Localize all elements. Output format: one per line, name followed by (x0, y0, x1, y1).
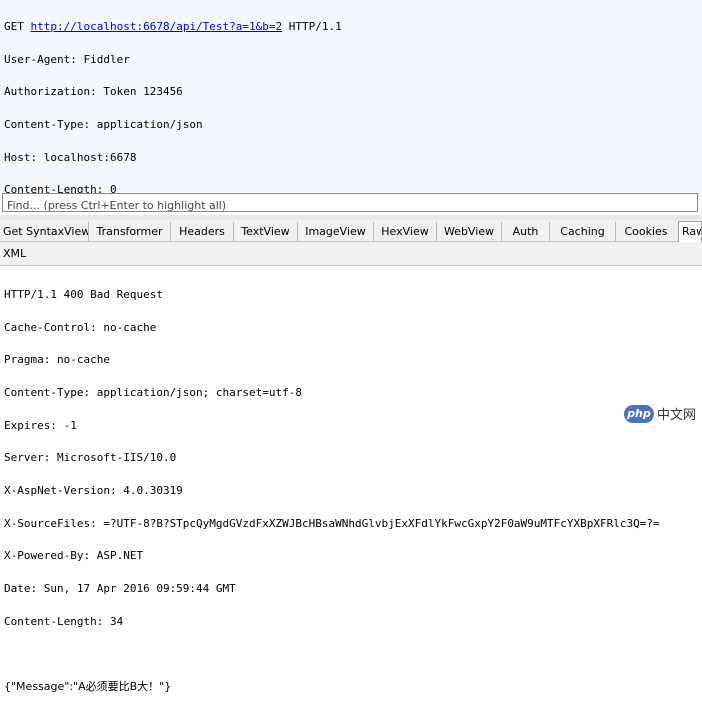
tab-xml[interactable]: XML (3, 244, 26, 263)
response-header: X-SourceFiles: =?UTF-8?B?STpcQyMgdGVzdFx… (4, 516, 660, 530)
response-header: X-AspNet-Version: 4.0.30319 (4, 484, 183, 498)
response-inspector-tabs-row2: XML (0, 242, 702, 266)
request-header: Content-Type: application/json (4, 117, 203, 131)
tab-cookies[interactable]: Cookies (615, 222, 676, 241)
request-url-link[interactable]: http://localhost:6678/api/Test?a=1&b=2 (31, 20, 283, 33)
tab-auth[interactable]: Auth (501, 222, 549, 241)
response-header: Cache-Control: no-cache (4, 320, 157, 334)
tab-syntaxview[interactable]: Get SyntaxView (0, 222, 88, 241)
response-header: Content-Length: 34 (4, 614, 124, 628)
response-header: Content-Type: application/json; charset=… (4, 385, 303, 399)
response-header: X-Powered-By: ASP.NET (4, 549, 144, 563)
request-pane[interactable]: GET http://localhost:6678/api/Test?a=1&b… (0, 0, 702, 195)
tab-webview[interactable]: WebView (436, 222, 501, 241)
php-logo: php (623, 404, 654, 423)
request-protocol: HTTP/1.1 (288, 19, 342, 33)
response-body: {"Message":"A必须要比B大！"} (4, 680, 172, 694)
find-bar (2, 193, 698, 214)
response-header: Server: Microsoft-IIS/10.0 (4, 451, 177, 465)
tab-hexview[interactable]: HexView (373, 222, 436, 241)
response-header: Expires: -1 (4, 418, 77, 432)
find-input[interactable] (3, 197, 697, 214)
request-text[interactable]: GET http://localhost:6678/api/Test?a=1&b… (4, 0, 342, 218)
response-inspector-tabs: Get SyntaxView Transformer Headers TextV… (0, 220, 702, 242)
tab-imageview[interactable]: ImageView (297, 222, 373, 241)
watermark: php 中文网 (623, 404, 696, 423)
request-line: GET http://localhost:6678/api/Test?a=1&b… (4, 19, 342, 33)
tab-textview[interactable]: TextView (233, 222, 297, 241)
tab-headers[interactable]: Headers (170, 222, 233, 241)
response-header: Pragma: no-cache (4, 353, 110, 367)
tab-caching[interactable]: Caching (549, 222, 615, 241)
tab-raw[interactable]: Raw (678, 221, 702, 242)
response-text[interactable]: HTTP/1.1 400 Bad Request Cache-Control: … (4, 268, 660, 715)
request-method: GET (4, 19, 24, 33)
response-status-line: HTTP/1.1 400 Bad Request (4, 287, 163, 301)
response-header: Date: Sun, 17 Apr 2016 09:59:44 GMT (4, 582, 236, 596)
request-header: Authorization: Token 123456 (4, 85, 183, 99)
response-pane[interactable]: HTTP/1.1 400 Bad Request Cache-Control: … (0, 266, 702, 692)
request-header: User-Agent: Fiddler (4, 52, 130, 66)
watermark-text: 中文网 (656, 408, 696, 423)
tab-transformer[interactable]: Transformer (88, 222, 170, 241)
request-header: Host: localhost:6678 (4, 150, 137, 164)
